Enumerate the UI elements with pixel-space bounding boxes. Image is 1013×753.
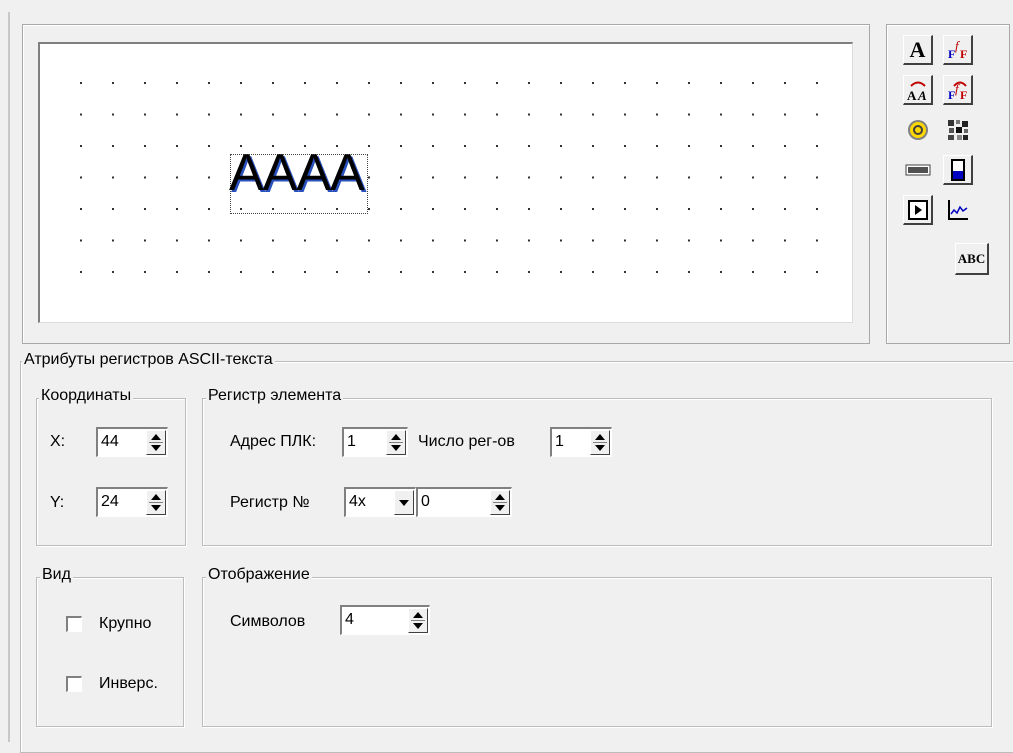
button-tool-button[interactable] [903, 195, 933, 225]
spin-up-icon [413, 612, 423, 618]
dropdown-arrow-button[interactable] [394, 490, 414, 515]
numeric-display-tool-button[interactable] [903, 155, 933, 185]
spin-down-icon [413, 623, 423, 629]
coordinates-group [36, 398, 186, 546]
register-number-value: 0 [421, 493, 430, 510]
attributes-group-title: Атрибуты регистров ASCII-текста [22, 351, 275, 369]
grid-dots [80, 82, 818, 273]
x-spinbox[interactable]: 44 [96, 427, 168, 457]
text-swap-tool-button[interactable]: AA [903, 75, 933, 105]
spin-up-icon [391, 434, 401, 440]
text-tool-icon: A [909, 36, 926, 62]
coordinates-group-title: Координаты [39, 387, 134, 405]
y-spin-buttons[interactable] [146, 490, 166, 515]
bargraph-tool-button[interactable] [943, 155, 973, 185]
view-group [36, 577, 184, 727]
register-count-spinbox[interactable]: 1 [550, 427, 612, 457]
large-checkbox-label[interactable]: Крупно [99, 615, 151, 633]
svg-text:F: F [960, 47, 967, 61]
view-group-title: Вид [40, 566, 73, 584]
ascii-tool-button[interactable]: ABC [955, 243, 989, 275]
spin-up-icon [595, 434, 605, 440]
y-label: Y: [50, 494, 65, 511]
spin-down-icon [391, 445, 401, 451]
plc-address-label: Адрес ПЛК: [230, 433, 317, 450]
spin-up-icon [151, 434, 161, 440]
preview-canvas[interactable]: AAAA [38, 42, 853, 323]
font-swap-tool-icon: FfF [948, 81, 967, 102]
text-element-sample: AAAA [229, 144, 365, 202]
font-tool-button[interactable]: FfF [943, 35, 973, 65]
x-label: X: [50, 433, 66, 450]
text-element-selection[interactable]: AAAA [229, 144, 368, 214]
chars-spin-buttons[interactable] [408, 608, 428, 633]
x-value: 44 [101, 433, 119, 450]
register-count-spin-buttons[interactable] [590, 430, 610, 455]
font-tool-icon: FfF [948, 38, 967, 61]
register-type-dropdown[interactable]: 4x [344, 487, 416, 517]
register-group [202, 398, 992, 546]
numeric-display-tool-icon [905, 164, 931, 176]
register-number-label: Регистр № [230, 494, 310, 511]
svg-text:A: A [907, 88, 917, 102]
spin-down-icon [151, 505, 161, 511]
spin-down-icon [151, 445, 161, 451]
lamp-tool-button[interactable] [903, 115, 933, 145]
register-number-spinbox[interactable]: 0 [416, 487, 512, 517]
chars-spinbox[interactable]: 4 [340, 605, 430, 635]
text-tool-button[interactable]: A [903, 35, 933, 65]
register-type-value: 4x [349, 493, 366, 510]
lamp-tool-icon [908, 120, 928, 140]
chars-label: Символов [230, 613, 306, 630]
large-checkbox[interactable] [66, 616, 82, 632]
plc-address-spin-buttons[interactable] [386, 430, 406, 455]
display-group [202, 577, 992, 727]
x-spin-buttons[interactable] [146, 430, 166, 455]
register-count-value: 1 [555, 433, 564, 450]
bitmap-tool-icon [948, 120, 968, 140]
svg-text:F: F [960, 88, 967, 102]
chars-value: 4 [345, 611, 354, 628]
y-value: 24 [101, 493, 119, 510]
button-tool-icon [907, 199, 928, 220]
trend-tool-icon [948, 200, 968, 220]
spin-down-icon [495, 505, 505, 511]
y-spinbox[interactable]: 24 [96, 487, 168, 517]
spin-up-icon [495, 494, 505, 500]
spin-down-icon [595, 445, 605, 451]
register-group-title: Регистр элемента [206, 387, 344, 405]
trend-tool-button[interactable] [943, 195, 973, 225]
svg-text:A: A [917, 88, 927, 102]
spin-up-icon [151, 494, 161, 500]
bargraph-tool-icon [950, 158, 965, 181]
window-left-edge [8, 12, 10, 742]
text-swap-tool-icon: AA [907, 81, 927, 102]
invert-checkbox-label[interactable]: Инверс. [99, 675, 158, 693]
chevron-down-icon [399, 500, 409, 506]
ascii-tool-icon: ABC [957, 250, 986, 266]
display-group-title: Отображение [206, 566, 312, 584]
register-count-label: Число рег-ов [418, 433, 515, 450]
bitmap-tool-button[interactable] [943, 115, 973, 145]
font-swap-tool-button[interactable]: FfF [943, 75, 973, 105]
invert-checkbox[interactable] [66, 676, 82, 692]
plc-address-spinbox[interactable]: 1 [342, 427, 408, 457]
plc-address-value: 1 [347, 433, 356, 450]
toolbox-panel: A FfF AA FfF ABC [886, 24, 1010, 344]
register-number-spin-buttons[interactable] [490, 490, 510, 515]
